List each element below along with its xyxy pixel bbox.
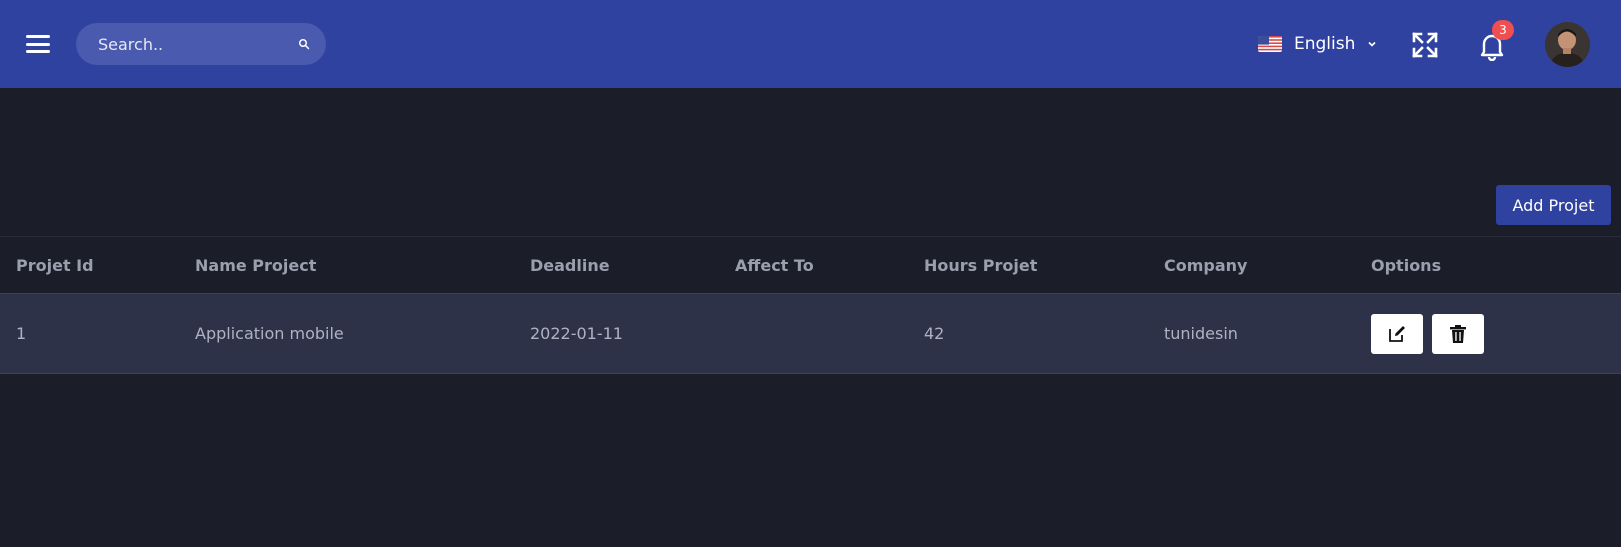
cell-name-project: Application mobile [195, 324, 344, 343]
column-header-affect-to: Affect To [735, 255, 814, 275]
search-box [76, 23, 326, 65]
us-flag-icon [1258, 36, 1282, 52]
language-selector[interactable]: English [1258, 33, 1377, 55]
search-input[interactable] [98, 34, 298, 54]
language-label: English [1294, 34, 1356, 54]
hamburger-icon[interactable] [26, 35, 50, 53]
table-header-row: Projet Id Name Project Deadline Affect T… [0, 236, 1621, 294]
add-project-button[interactable]: Add Projet [1496, 185, 1611, 225]
column-header-company: Company [1164, 255, 1248, 275]
cell-deadline: 2022-01-11 [530, 324, 623, 343]
trash-icon [1450, 324, 1467, 343]
column-header-deadline: Deadline [530, 255, 610, 275]
search-icon[interactable] [298, 35, 310, 53]
edit-button[interactable] [1371, 313, 1423, 354]
delete-button[interactable] [1432, 313, 1485, 354]
table-row: 1 Application mobile 2022-01-11 42 tunid… [0, 293, 1621, 374]
column-header-name-project: Name Project [195, 255, 317, 275]
column-header-options: Options [1371, 255, 1442, 275]
projects-table: Projet Id Name Project Deadline Affect T… [0, 236, 1621, 374]
cell-affect-to [719, 294, 908, 374]
chevron-down-icon [1368, 41, 1376, 47]
cell-hours-projet: 42 [924, 324, 945, 343]
column-header-hours-projet: Hours Projet [924, 255, 1038, 275]
notification-badge: 3 [1492, 20, 1514, 40]
cell-company: tunidesin [1164, 324, 1238, 343]
top-navbar: English 3 [0, 0, 1621, 88]
cell-options [1355, 294, 1621, 374]
expand-icon[interactable] [1412, 32, 1438, 58]
avatar[interactable] [1545, 22, 1590, 67]
edit-icon [1389, 325, 1405, 342]
cell-projet-id: 1 [16, 324, 27, 343]
column-header-projet-id: Projet Id [16, 255, 94, 275]
